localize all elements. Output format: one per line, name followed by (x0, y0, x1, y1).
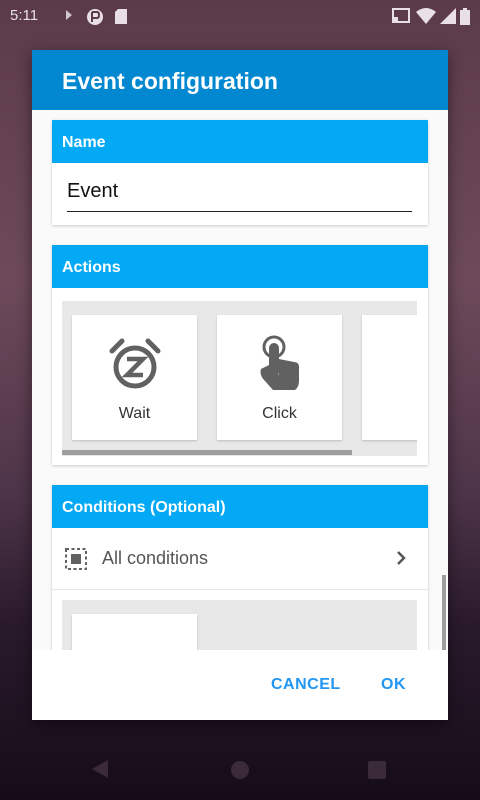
navigation-bar (0, 740, 480, 800)
chevron-right-icon (394, 549, 408, 572)
condition-item[interactable] (72, 614, 197, 650)
dialog-body[interactable]: Name Event Actions Wait Click Conditions… (32, 110, 448, 650)
horizontal-scrollbar[interactable] (62, 450, 352, 455)
cast-icon (392, 8, 410, 28)
sd-card-icon (114, 8, 128, 29)
cancel-button[interactable]: CANCEL (271, 676, 341, 694)
ok-button[interactable]: OK (381, 676, 406, 694)
action-item-click[interactable]: Click (217, 315, 342, 440)
dialog-actions: CANCEL OK (32, 650, 448, 720)
app-notification-icon (86, 8, 104, 30)
actions-list[interactable]: Wait Click (62, 301, 417, 456)
conditions-section-header: Conditions (Optional) (52, 485, 428, 528)
wifi-icon (416, 8, 436, 28)
name-card: Name Event (52, 120, 428, 225)
vertical-scrollbar[interactable] (442, 575, 446, 650)
back-icon[interactable] (90, 758, 110, 785)
actions-card: Actions Wait Click (52, 245, 428, 465)
timer-z-icon (108, 335, 162, 396)
dialog-header: Event configuration (32, 50, 448, 110)
actions-section-header: Actions (52, 245, 428, 288)
tap-hand-icon (257, 335, 303, 396)
home-icon[interactable] (230, 760, 250, 785)
action-label: Click (262, 405, 297, 422)
status-bar: 5:11 (0, 0, 480, 32)
event-configuration-dialog: Event configuration Name Event Actions W… (32, 50, 448, 720)
all-conditions-label: All conditions (102, 548, 209, 568)
all-conditions-row[interactable]: All conditions (52, 528, 428, 590)
battery-icon (460, 8, 470, 29)
action-label: Wait (118, 405, 151, 422)
status-time: 5:11 (10, 7, 39, 24)
dialog-title: Event configuration (62, 68, 278, 94)
select-all-icon (64, 547, 88, 576)
name-section-header: Name (52, 120, 428, 163)
play-protect-icon (64, 8, 74, 26)
action-item-partial[interactable] (362, 315, 417, 440)
conditions-list[interactable] (62, 600, 417, 650)
event-name-input[interactable]: Event (67, 180, 412, 212)
signal-icon (440, 8, 456, 28)
action-item-wait[interactable]: Wait (72, 315, 197, 440)
conditions-card: Conditions (Optional) All conditions (52, 485, 428, 650)
recents-icon[interactable] (368, 761, 386, 784)
